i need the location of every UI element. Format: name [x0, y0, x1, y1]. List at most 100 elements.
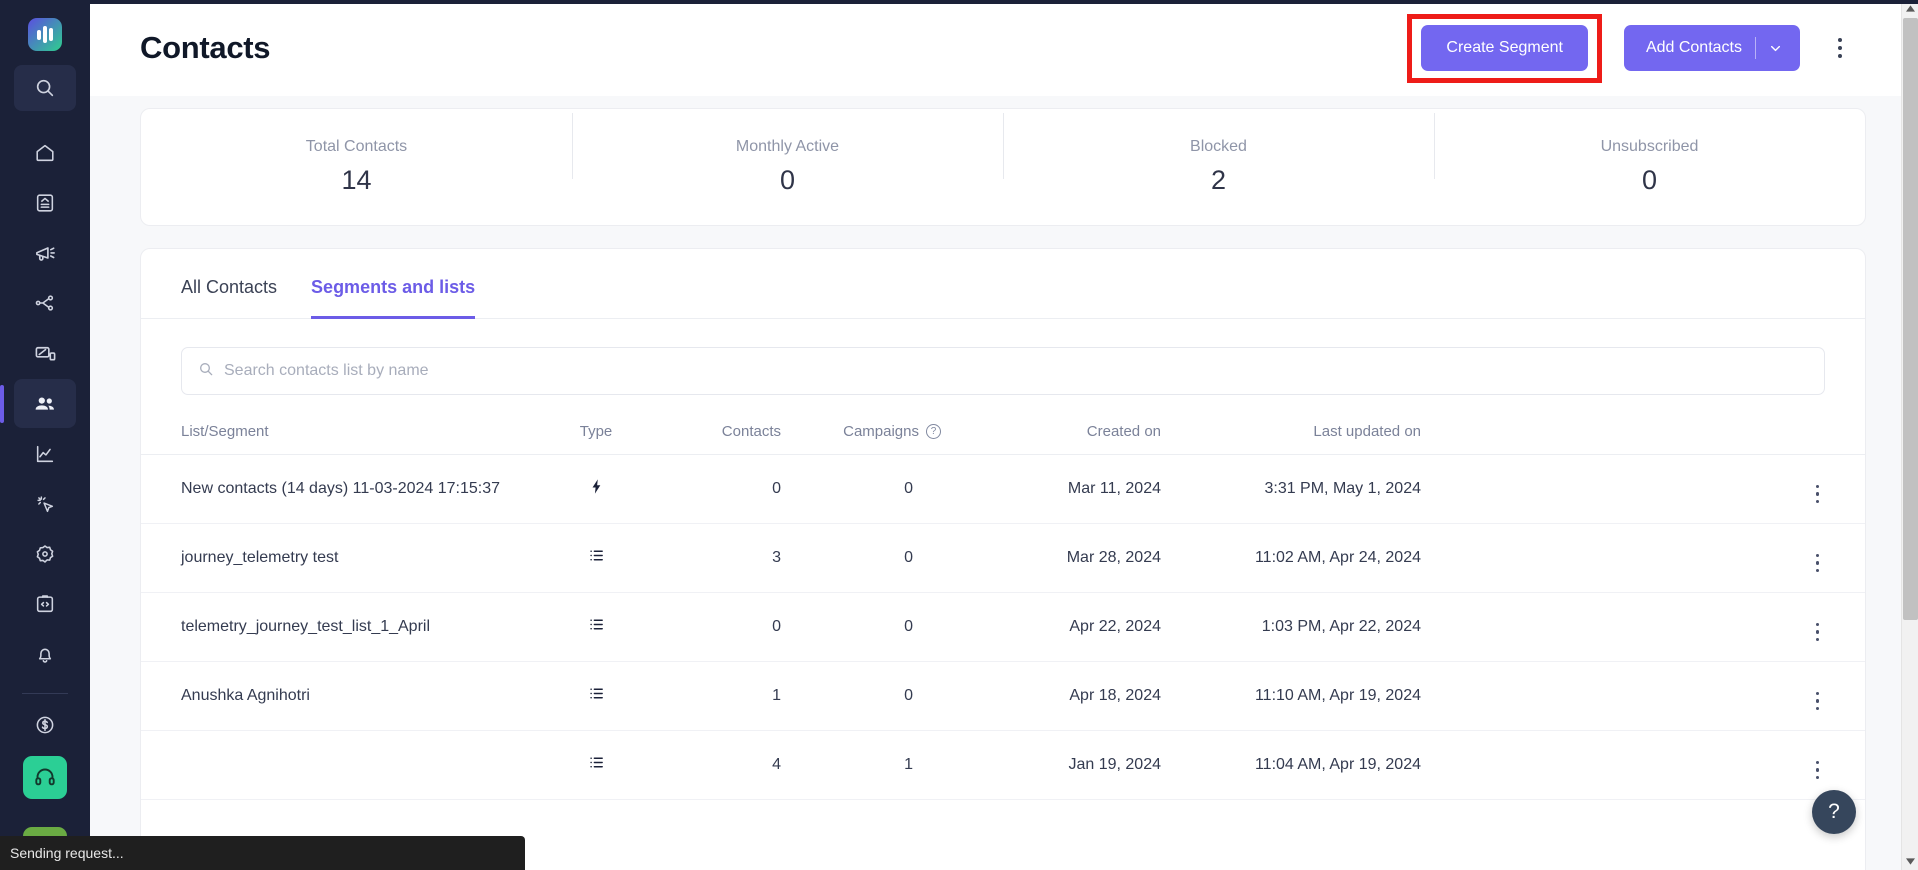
chart-line-icon [34, 443, 56, 465]
sidebar-item-events[interactable] [14, 479, 76, 528]
cell-list-segment[interactable]: Anushka Agnihotri [141, 661, 541, 731]
cell-list-segment[interactable]: New contacts (14 days) 11-03-2024 17:15:… [141, 454, 541, 524]
table-row[interactable]: 4 1 Jan 19, 2024 11:04 AM, Apr 19, 2024 [141, 730, 1865, 800]
window-top-edge [0, 0, 1918, 4]
column-header-campaigns[interactable]: Campaigns ? [781, 409, 941, 455]
click-icon [34, 493, 56, 515]
cell-type [541, 454, 651, 524]
main-content: Contacts Create Segment Add Contacts Tot… [90, 0, 1918, 870]
cell-type [541, 661, 651, 731]
sidebar-item-billing[interactable] [14, 701, 76, 750]
column-header-actions [1421, 409, 1865, 455]
search-box[interactable] [181, 347, 1825, 395]
sidebar-search-button[interactable] [14, 65, 76, 111]
cell-campaigns: 1 [781, 730, 941, 800]
tab-bar: All Contacts Segments and lists [141, 249, 1865, 319]
header-more-menu-icon[interactable] [1828, 30, 1852, 66]
cell-created-on: Apr 18, 2024 [941, 661, 1161, 731]
gear-icon [34, 543, 56, 565]
table-row[interactable]: New contacts (14 days) 11-03-2024 17:15:… [141, 454, 1865, 524]
sidebar-item-developers[interactable] [14, 579, 76, 628]
stat-value: 0 [779, 165, 796, 195]
left-sidebar: A [0, 0, 90, 870]
cell-list-segment[interactable]: journey_telemetry test [141, 523, 541, 593]
cell-last-updated-on: 1:03 PM, Apr 22, 2024 [1161, 592, 1421, 662]
stat-value: 2 [1210, 165, 1227, 195]
sidebar-item-notifications[interactable] [14, 629, 76, 678]
app-root: A Contacts Create Segment Add Contacts [0, 0, 1918, 870]
cell-type [541, 592, 651, 662]
page-title: Contacts [140, 30, 271, 65]
sidebar-item-templates[interactable] [14, 179, 76, 228]
screen-icon [34, 342, 57, 365]
cell-contacts: 1 [651, 661, 781, 731]
vertical-scrollbar[interactable] [1901, 0, 1918, 870]
stat-value: 0 [1641, 165, 1658, 195]
list-icon [588, 619, 605, 637]
cell-campaigns: 0 [781, 523, 941, 593]
cell-campaigns: 0 [781, 661, 941, 731]
column-header-created-on[interactable]: Created on [941, 409, 1161, 455]
column-header-type[interactable]: Type [541, 409, 651, 455]
app-logo[interactable] [28, 18, 62, 52]
sidebar-item-home[interactable] [14, 129, 76, 178]
add-contacts-label: Add Contacts [1645, 39, 1742, 56]
list-icon [588, 688, 605, 706]
stat-unsubscribed: Unsubscribed 0 [1434, 113, 1865, 196]
cell-type [541, 730, 651, 800]
segments-table: List/Segment Type Contacts Campaigns ? C… [141, 409, 1865, 800]
create-segment-button[interactable]: Create Segment [1421, 24, 1588, 71]
stat-total-contacts: Total Contacts 14 [141, 138, 572, 196]
search-area [141, 319, 1865, 395]
bell-icon [34, 643, 56, 665]
column-header-last-updated-on[interactable]: Last updated on [1161, 409, 1421, 455]
scroll-down-arrow-icon[interactable] [1902, 853, 1918, 870]
stat-blocked: Blocked 2 [1003, 113, 1434, 196]
chevron-down-icon[interactable] [1756, 42, 1800, 55]
cell-created-on: Mar 28, 2024 [941, 523, 1161, 593]
column-header-contacts[interactable]: Contacts [651, 409, 781, 455]
column-header-list-segment[interactable]: List/Segment [141, 409, 541, 455]
sidebar-item-analytics[interactable] [14, 429, 76, 478]
search-input[interactable] [224, 362, 1808, 380]
scrollbar-thumb[interactable] [1903, 18, 1918, 620]
row-menu-icon[interactable] [1815, 760, 1819, 779]
sidebar-item-contacts[interactable] [0, 379, 76, 429]
row-menu-icon[interactable] [1815, 691, 1819, 710]
cell-actions [1421, 523, 1865, 593]
table-row[interactable]: Anushka Agnihotri 1 0 Apr 18, 2024 11:10… [141, 661, 1865, 731]
help-button[interactable]: ? [1812, 790, 1856, 834]
sidebar-item-journeys[interactable] [14, 279, 76, 328]
code-clipboard-icon [34, 593, 56, 615]
row-menu-icon[interactable] [1815, 553, 1819, 572]
stats-card: Total Contacts 14 Monthly Active 0 Block… [140, 108, 1866, 226]
row-menu-icon[interactable] [1815, 622, 1819, 641]
add-contacts-button[interactable]: Add Contacts [1623, 25, 1800, 71]
row-menu-icon[interactable] [1815, 484, 1819, 503]
cell-last-updated-on: 11:04 AM, Apr 19, 2024 [1161, 730, 1421, 800]
status-bar: Sending request... [0, 836, 525, 870]
cell-campaigns: 0 [781, 592, 941, 662]
question-circle-icon[interactable]: ? [926, 424, 941, 439]
table-row[interactable]: telemetry_journey_test_list_1_April 0 0 [141, 592, 1865, 662]
sidebar-item-settings[interactable] [14, 529, 76, 578]
create-segment-highlight: Create Segment [1407, 13, 1602, 83]
cell-list-segment[interactable] [141, 730, 541, 800]
contacts-card: All Contacts Segments and lists List/S [140, 248, 1866, 870]
cell-contacts: 4 [651, 730, 781, 800]
column-header-campaigns-label: Campaigns [843, 423, 919, 440]
sidebar-item-campaigns[interactable] [14, 229, 76, 278]
tab-segments-and-lists[interactable]: Segments and lists [311, 277, 476, 319]
stat-value: 14 [341, 165, 372, 195]
cell-list-segment[interactable]: telemetry_journey_test_list_1_April [141, 592, 541, 662]
stat-label: Total Contacts [305, 138, 408, 155]
search-icon [34, 77, 56, 99]
dollar-circle-icon [34, 714, 56, 736]
tab-all-contacts[interactable]: All Contacts [181, 277, 277, 319]
cell-type [541, 523, 651, 593]
sidebar-item-channels[interactable] [14, 329, 76, 378]
cell-last-updated-on: 3:31 PM, May 1, 2024 [1161, 454, 1421, 524]
sidebar-item-support[interactable] [23, 755, 67, 799]
table-row[interactable]: journey_telemetry test 3 0 Mar 28, 2024 … [141, 523, 1865, 593]
question-mark-icon: ? [1828, 800, 1840, 823]
